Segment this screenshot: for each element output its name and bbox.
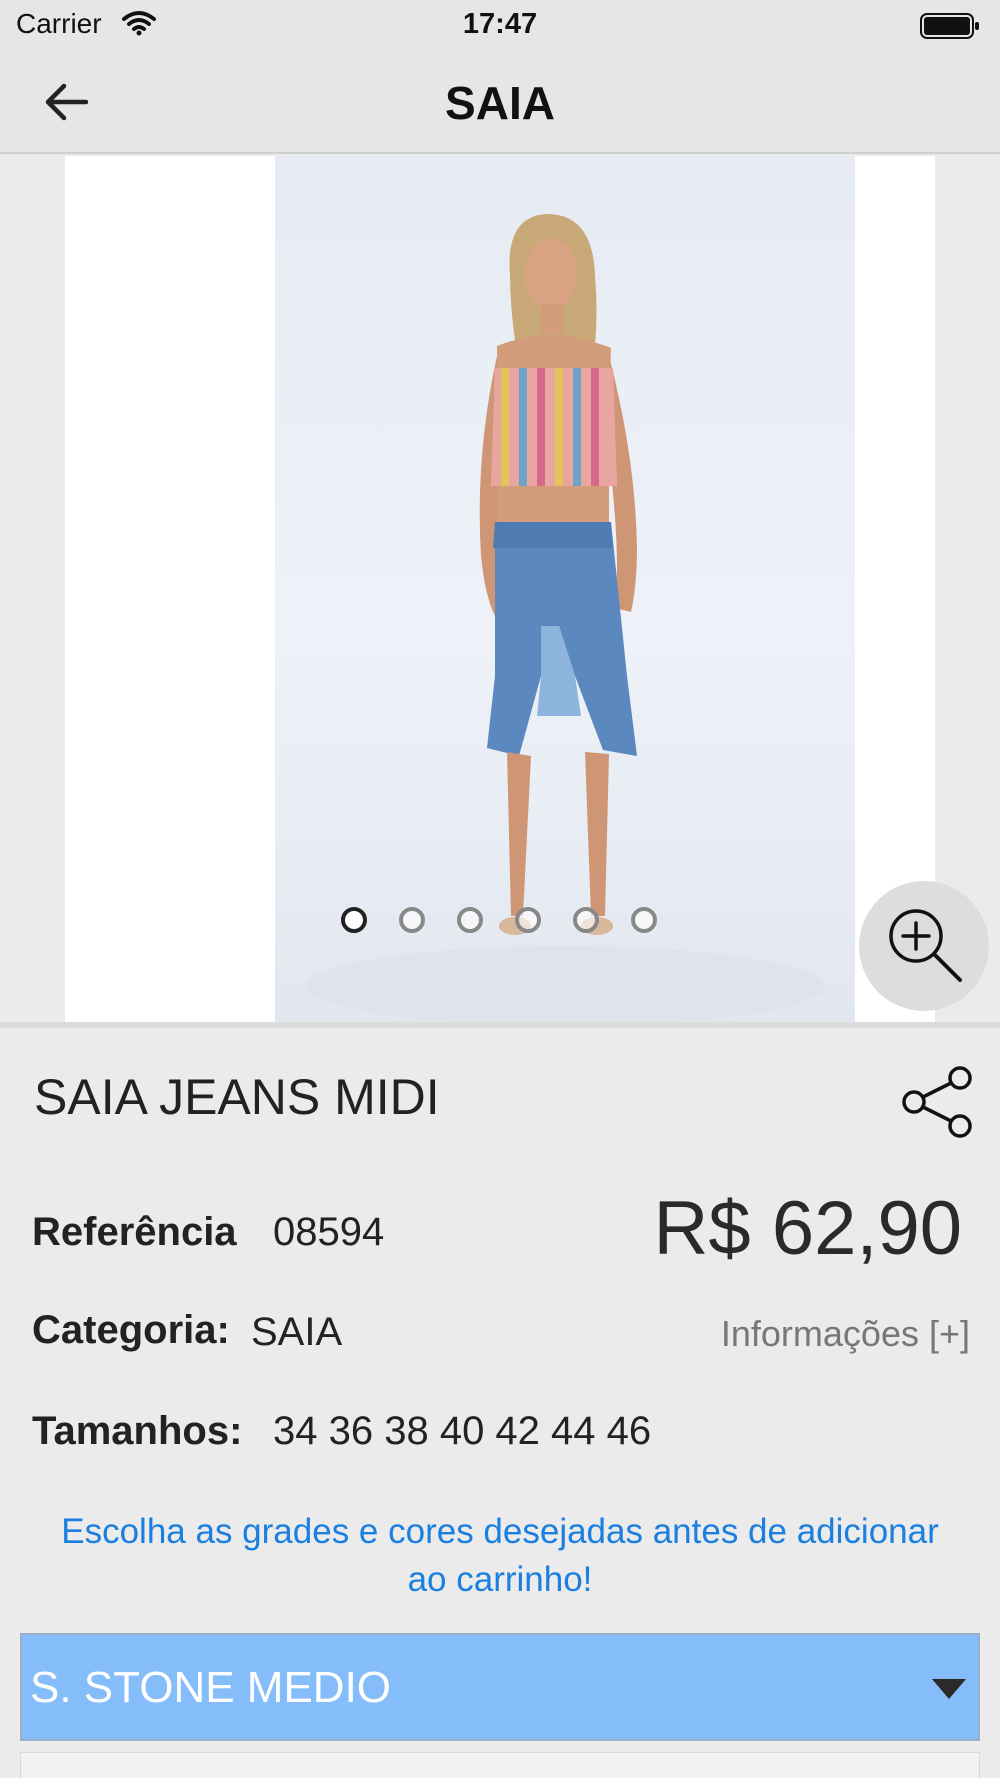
share-icon (900, 1066, 980, 1146)
reference-value: 08594 (273, 1210, 385, 1254)
page-dot-3[interactable] (457, 907, 483, 933)
sizes-value: 34 36 38 40 42 44 46 (273, 1409, 652, 1453)
share-button[interactable] (900, 1062, 980, 1142)
more-info-link[interactable]: Informações [+] (721, 1313, 970, 1355)
status-time: 17:47 (462, 8, 538, 40)
image-frame (65, 156, 935, 1022)
color-dropdown[interactable]: S. STONE MEDIO (20, 1633, 980, 1741)
category-label: Categoria: (32, 1308, 230, 1352)
navigation-bar: SAIA (0, 54, 1000, 154)
page-dot-4[interactable] (515, 907, 541, 933)
sizes-label: Tamanhos: (32, 1409, 243, 1453)
page-dot-1[interactable] (341, 907, 367, 933)
reference-label: Referência (32, 1210, 237, 1254)
caret-down-icon (932, 1679, 966, 1704)
product-image-gallery[interactable] (0, 156, 1000, 1022)
battery-icon (920, 12, 980, 45)
zoom-in-icon (882, 902, 966, 991)
category-value: SAIA (251, 1310, 343, 1354)
product-photo (275, 156, 855, 1022)
zoom-button[interactable] (859, 881, 989, 1011)
product-price: R$ 62,90 (653, 1186, 962, 1271)
section-divider (0, 1022, 1000, 1028)
page-dot-2[interactable] (399, 907, 425, 933)
cart-notice: Escolha as grades e cores desejadas ante… (61, 1512, 939, 1599)
product-name: SAIA JEANS MIDI (34, 1069, 440, 1125)
gallery-pagination (0, 907, 1000, 937)
next-section-edge (20, 1752, 980, 1778)
page-dot-6[interactable] (631, 907, 657, 933)
status-bar: Carrier 17:47 (0, 0, 1000, 54)
page-title: SAIA (445, 77, 555, 129)
color-dropdown-value: S. STONE MEDIO (30, 1663, 392, 1712)
page-dot-5[interactable] (573, 907, 599, 933)
